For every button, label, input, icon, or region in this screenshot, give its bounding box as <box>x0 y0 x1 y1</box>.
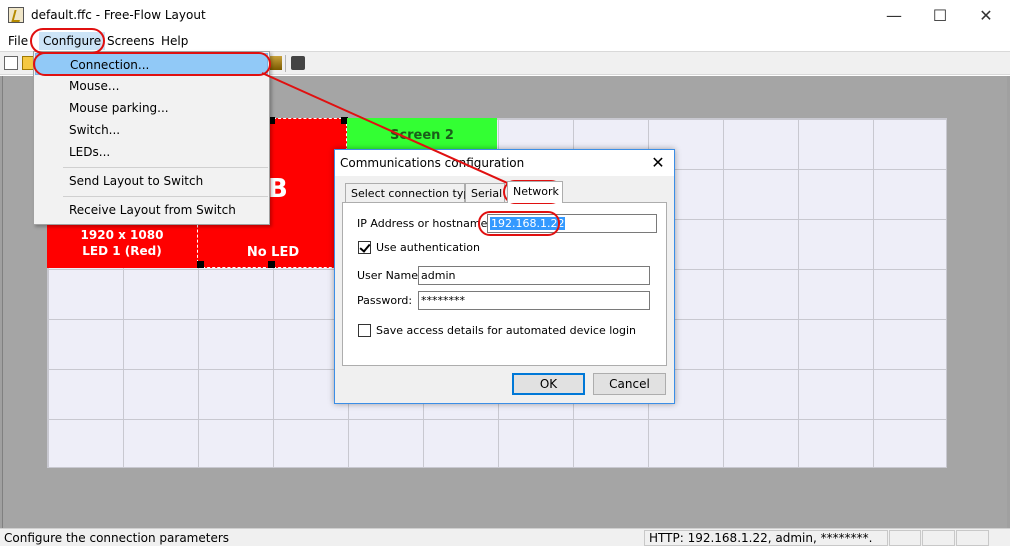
menu-help[interactable]: Help <box>161 34 188 48</box>
menu-bar: File Configure Screens Help <box>0 31 1010 51</box>
print-icon[interactable] <box>291 56 305 70</box>
dialog-close-icon[interactable]: ✕ <box>647 153 669 173</box>
window-title: default.ffc - Free-Flow Layout <box>31 8 206 22</box>
menu-item-receive-layout[interactable]: Receive Layout from Switch <box>35 199 268 221</box>
resize-handle[interactable] <box>268 261 275 268</box>
minimize-button[interactable]: — <box>871 0 917 31</box>
close-window-button[interactable]: ✕ <box>963 0 1009 31</box>
tab-select-connection-type[interactable]: Select connection type <box>345 183 477 202</box>
network-tab-panel: IP Address or hostname: 192.168.1.22 Use… <box>342 202 667 366</box>
tab-network[interactable]: Network <box>507 181 563 203</box>
menu-separator <box>63 196 268 197</box>
switch-icon[interactable] <box>268 56 282 70</box>
configure-menu: Connection... Mouse... Mouse parking... … <box>33 51 270 225</box>
new-file-icon[interactable] <box>4 56 18 70</box>
use-authentication-checkbox[interactable] <box>358 241 371 254</box>
status-pane <box>889 530 921 546</box>
screen-a-resolution: 1920 x 1080 <box>80 228 164 242</box>
status-pane <box>956 530 989 546</box>
status-pane <box>922 530 955 546</box>
connection-status: HTTP: 192.168.1.22, admin, ********. <box>644 530 888 546</box>
title-bar: default.ffc - Free-Flow Layout — ☐ ✕ <box>0 0 1010 31</box>
menu-item-switch[interactable]: Switch... <box>35 119 268 141</box>
screen-b-letter: B <box>268 174 288 204</box>
toolbar-separator <box>285 55 286 72</box>
maximize-button[interactable]: ☐ <box>917 0 963 31</box>
menu-screens[interactable]: Screens <box>107 34 155 48</box>
password-label: Password: <box>357 294 413 307</box>
menu-item-mouse[interactable]: Mouse... <box>35 75 268 97</box>
password-input[interactable]: ******** <box>418 291 650 310</box>
screen-b-led: No LED <box>246 245 300 260</box>
use-authentication-label: Use authentication <box>376 241 481 254</box>
dialog-title: Communications configuration <box>340 156 525 170</box>
status-bar: Configure the connection parameters HTTP… <box>0 528 1010 546</box>
tab-serial[interactable]: Serial <box>465 183 505 202</box>
status-message: Configure the connection parameters <box>4 531 230 545</box>
ip-address-input[interactable]: 192.168.1.22 <box>487 214 657 233</box>
cancel-button[interactable]: Cancel <box>593 373 666 395</box>
ok-button[interactable]: OK <box>512 373 585 395</box>
dialog-title-bar: Communications configuration ✕ <box>335 150 674 176</box>
username-input[interactable]: admin <box>418 266 650 285</box>
menu-item-leds[interactable]: LEDs... <box>35 141 268 163</box>
screen-a-led: LED 1 (Red) <box>82 244 162 258</box>
menu-file[interactable]: File <box>8 34 28 48</box>
menu-item-connection[interactable]: Connection... <box>35 53 268 75</box>
ip-address-label: IP Address or hostname: <box>357 217 492 230</box>
menu-item-mouse-parking[interactable]: Mouse parking... <box>35 97 268 119</box>
save-access-checkbox[interactable] <box>358 324 371 337</box>
resize-handle[interactable] <box>197 261 204 268</box>
save-access-label: Save access details for automated device… <box>376 324 637 337</box>
ip-address-value: 192.168.1.22 <box>490 217 566 230</box>
menu-configure[interactable]: Configure <box>39 32 106 50</box>
communications-dialog: Communications configuration ✕ Select co… <box>334 149 675 404</box>
app-icon[interactable] <box>8 7 24 23</box>
username-label: User Name: <box>357 269 422 282</box>
menu-item-send-layout[interactable]: Send Layout to Switch <box>35 170 268 192</box>
screen-2-name: Screen 2 <box>390 128 454 143</box>
menu-separator <box>63 167 268 168</box>
